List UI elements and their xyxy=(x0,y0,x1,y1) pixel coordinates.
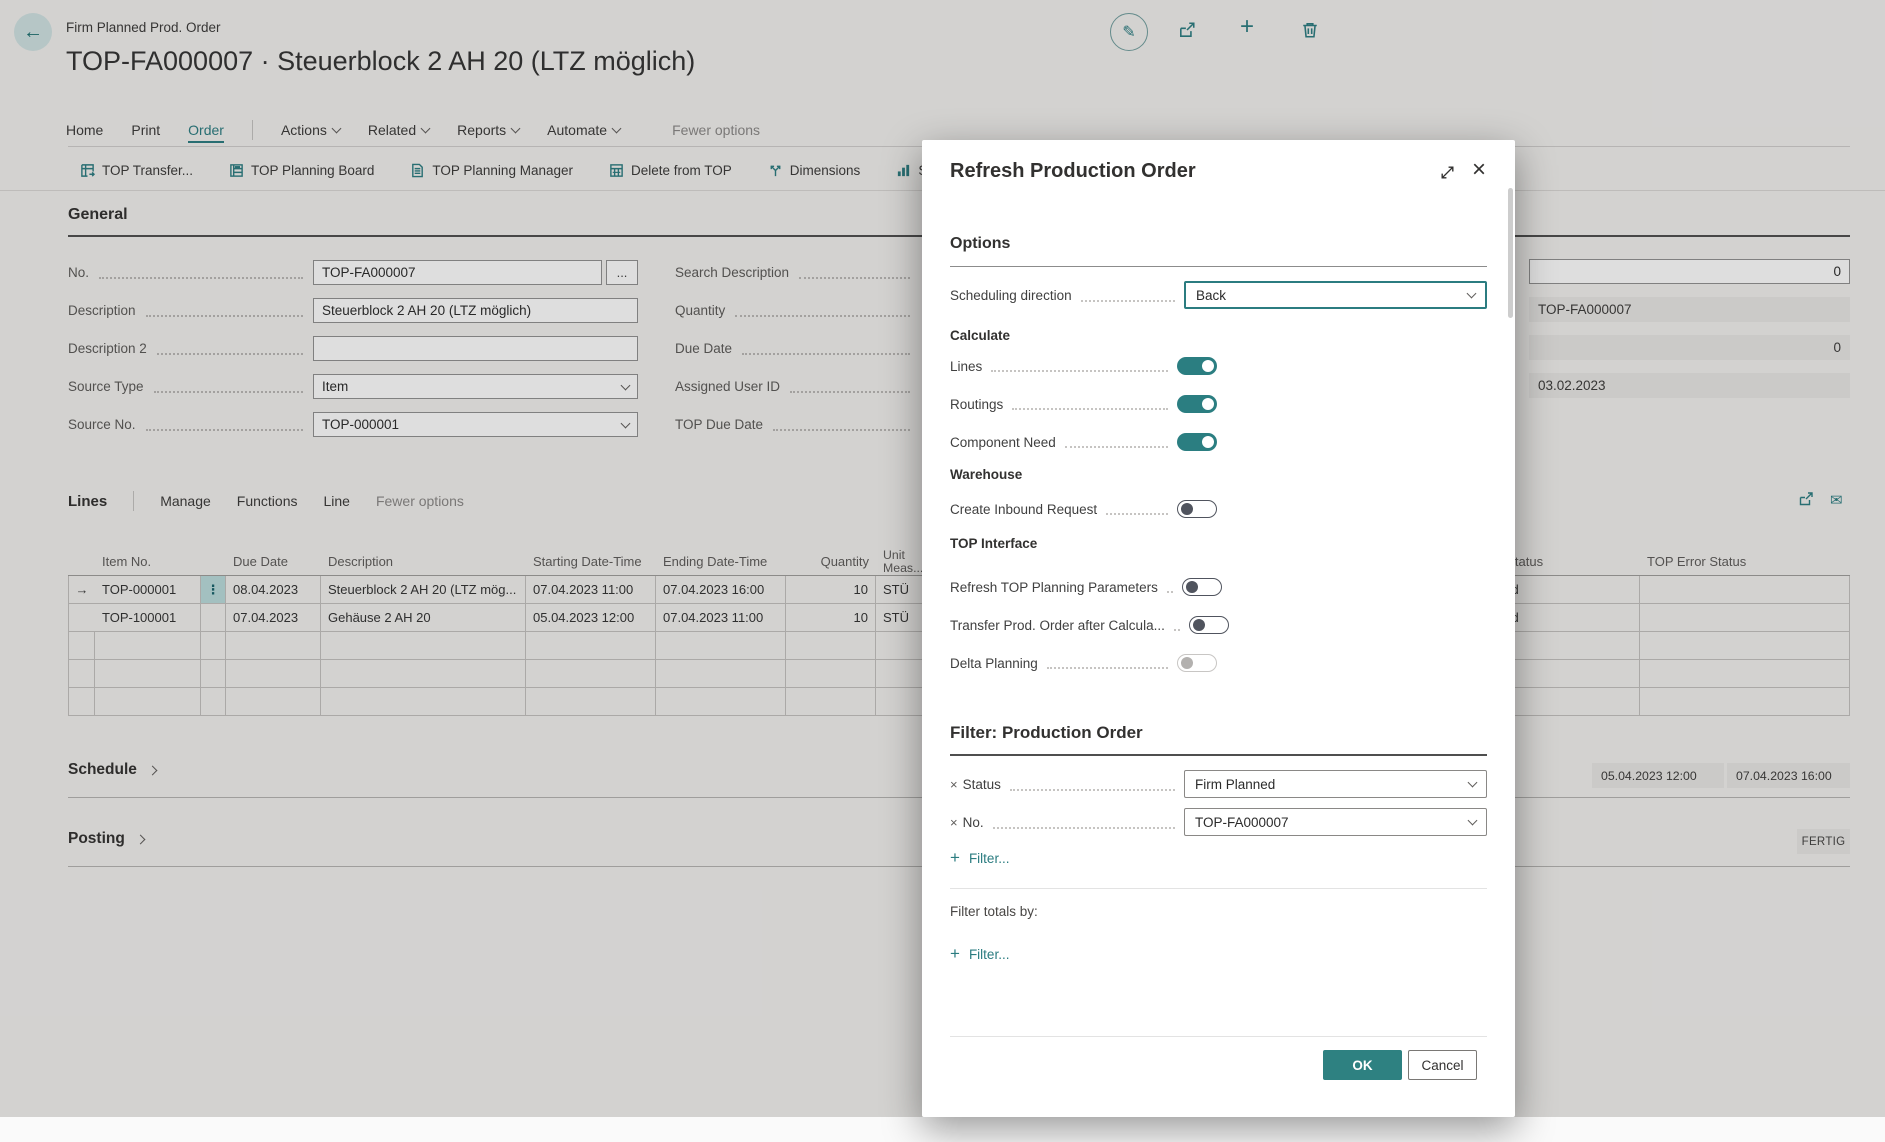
dotted-leader xyxy=(993,827,1175,829)
top-interface-heading: TOP Interface xyxy=(950,536,1037,551)
no-filter-row: × No. TOP-FA000007 xyxy=(950,808,1487,836)
delta-planning-toggle-row: Delta Planning xyxy=(950,650,1217,676)
buttons-divider xyxy=(950,1036,1487,1037)
remove-filter-icon[interactable]: × xyxy=(950,815,958,830)
close-icon: × xyxy=(1472,156,1486,183)
scheduling-direction-row: Scheduling direction Back xyxy=(950,281,1487,309)
close-dialog-button[interactable]: × xyxy=(1472,156,1486,184)
no-filter-label: No. xyxy=(963,815,984,830)
routings-toggle-row: Routings xyxy=(950,391,1217,417)
plus-icon: + xyxy=(950,848,960,868)
transfer-order-toggle[interactable] xyxy=(1189,616,1229,634)
filter-totals-label: Filter totals by: xyxy=(950,904,1038,919)
component-need-toggle-row: Component Need xyxy=(950,429,1217,455)
scheduling-direction-label: Scheduling direction xyxy=(950,288,1072,303)
dotted-leader xyxy=(991,370,1168,372)
options-heading: Options xyxy=(950,235,1010,253)
filter-heading: Filter: Production Order xyxy=(950,723,1143,743)
refresh-top-toggle-row: Refresh TOP Planning Parameters xyxy=(950,574,1217,600)
plus-icon: + xyxy=(950,944,960,964)
dialog-title: Refresh Production Order xyxy=(950,160,1196,183)
remove-filter-icon[interactable]: × xyxy=(950,777,958,792)
chevron-down-icon xyxy=(1468,778,1478,788)
expand-dialog-button[interactable] xyxy=(1439,164,1456,186)
app-screen: ← Firm Planned Prod. Order ✎ + TOP-FA000… xyxy=(0,0,1885,1142)
no-filter-select[interactable]: TOP-FA000007 xyxy=(1184,808,1487,836)
dotted-leader xyxy=(1010,789,1175,791)
component-need-toggle-label: Component Need xyxy=(950,435,1056,450)
lines-toggle[interactable] xyxy=(1177,357,1217,375)
dotted-leader xyxy=(1106,513,1168,515)
lines-toggle-label: Lines xyxy=(950,359,982,374)
dotted-leader xyxy=(1047,667,1168,669)
create-inbound-toggle-label: Create Inbound Request xyxy=(950,502,1097,517)
filter-rule xyxy=(950,754,1487,756)
scheduling-direction-select[interactable]: Back xyxy=(1184,281,1487,309)
delta-planning-toggle xyxy=(1177,654,1217,672)
filter-divider xyxy=(950,888,1487,889)
dotted-leader xyxy=(1081,300,1175,302)
status-filter-label: Status xyxy=(963,777,1001,792)
warehouse-heading: Warehouse xyxy=(950,467,1022,482)
status-filter-row: × Status Firm Planned xyxy=(950,770,1487,798)
refresh-production-order-dialog: Refresh Production Order × Options Sched… xyxy=(922,140,1515,1117)
dialog-scrollbar[interactable] xyxy=(1508,188,1513,318)
expand-icon xyxy=(1439,164,1456,181)
ok-button[interactable]: OK xyxy=(1323,1050,1402,1080)
options-rule xyxy=(950,266,1487,267)
dotted-leader xyxy=(1012,408,1168,410)
dotted-leader xyxy=(1174,629,1180,631)
transfer-order-toggle-label: Transfer Prod. Order after Calcula... xyxy=(950,618,1165,633)
delta-planning-toggle-label: Delta Planning xyxy=(950,656,1038,671)
chevron-down-icon xyxy=(1467,289,1477,299)
dotted-leader xyxy=(1065,446,1168,448)
create-inbound-toggle[interactable] xyxy=(1177,500,1217,518)
create-inbound-toggle-row: Create Inbound Request xyxy=(950,496,1217,522)
routings-toggle[interactable] xyxy=(1177,395,1217,413)
routings-toggle-label: Routings xyxy=(950,397,1003,412)
dotted-leader xyxy=(1167,591,1173,593)
add-filter-link[interactable]: +Filter... xyxy=(950,848,1009,868)
refresh-top-toggle-label: Refresh TOP Planning Parameters xyxy=(950,580,1158,595)
calculate-heading: Calculate xyxy=(950,328,1010,343)
lines-toggle-row: Lines xyxy=(950,353,1217,379)
transfer-order-toggle-row: Transfer Prod. Order after Calcula... xyxy=(950,612,1217,638)
cancel-button[interactable]: Cancel xyxy=(1408,1050,1477,1080)
status-filter-select[interactable]: Firm Planned xyxy=(1184,770,1487,798)
chevron-down-icon xyxy=(1468,816,1478,826)
refresh-top-toggle[interactable] xyxy=(1182,578,1222,596)
component-need-toggle[interactable] xyxy=(1177,433,1217,451)
add-totals-filter-link[interactable]: +Filter... xyxy=(950,944,1009,964)
page-bottom-strip xyxy=(0,1117,1885,1142)
